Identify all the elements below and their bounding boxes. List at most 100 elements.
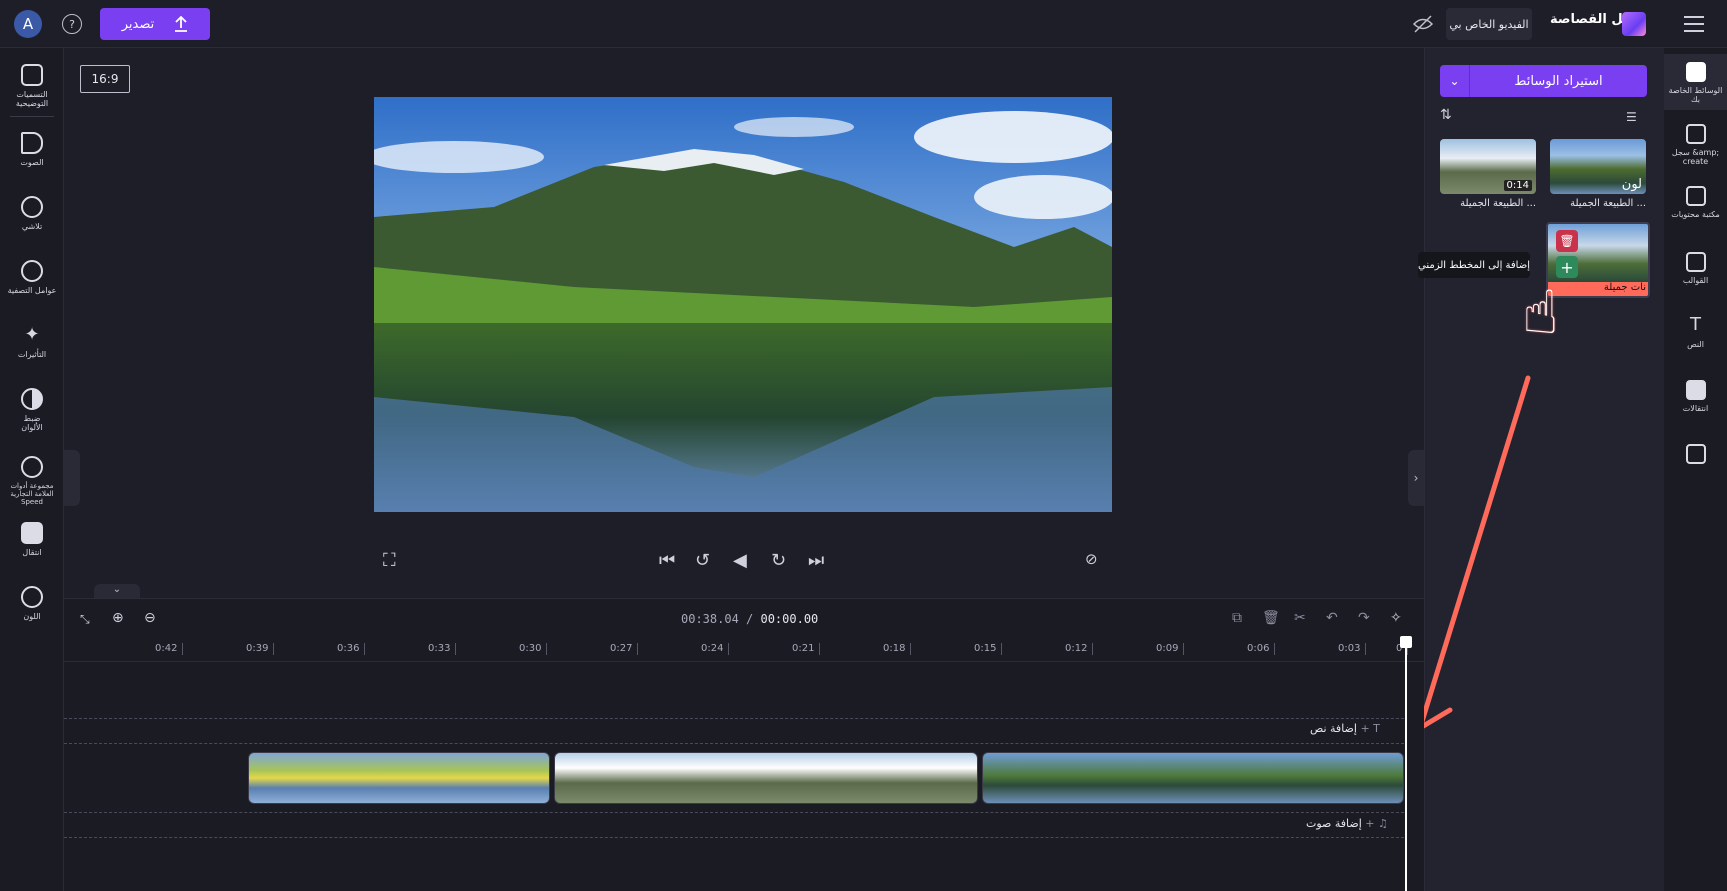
- media-label-1: الطبيعة الجميلة ...: [1570, 198, 1646, 209]
- left-item-audio[interactable]: الصوت: [0, 132, 64, 167]
- magic-icon[interactable]: ✧: [1390, 610, 1402, 626]
- delete-icon[interactable]: 🗑: [1556, 230, 1578, 252]
- video-clip-3[interactable]: [982, 752, 1404, 804]
- import-media-button[interactable]: ⌄ استيراد الوسائط: [1440, 65, 1647, 97]
- thumbnail-duration: 0:14: [1503, 180, 1532, 191]
- add-to-timeline-icon[interactable]: +: [1556, 256, 1578, 278]
- right-item-label: مكتبة محتويات: [1671, 210, 1720, 219]
- transitions-icon: [1685, 380, 1706, 400]
- help-icon[interactable]: ?: [62, 14, 82, 34]
- split-icon[interactable]: ✂: [1294, 610, 1306, 626]
- delete-clip-icon[interactable]: 🗑: [1262, 610, 1280, 626]
- right-item-text[interactable]: T النص: [1664, 314, 1727, 350]
- ruler-tick: 0:33: [428, 643, 458, 655]
- sort-icon[interactable]: ⇅: [1440, 107, 1452, 123]
- aspect-ratio-button[interactable]: 16:9: [80, 65, 130, 93]
- playhead-handle[interactable]: [1400, 636, 1412, 648]
- zoom-out-icon[interactable]: ⊖: [144, 610, 156, 626]
- ruler-tick: 0:06: [1247, 643, 1277, 655]
- ruler-tick: 0:15: [974, 643, 1004, 655]
- left-item-filters[interactable]: عوامل التصفية: [0, 260, 64, 295]
- media-label-3: نات جميلة: [1548, 282, 1648, 296]
- audio-icon: [21, 132, 43, 154]
- text-lane-icon: T: [1373, 722, 1380, 735]
- right-item-templates[interactable]: القوالب: [1664, 252, 1727, 285]
- video-clip-1[interactable]: [248, 752, 550, 804]
- fullscreen-icon[interactable]: ⛶: [383, 550, 396, 571]
- thumbnail-overlay-text: لون: [1621, 177, 1642, 192]
- left-item-fade[interactable]: تلاشي: [0, 196, 64, 231]
- export-label: تصدير: [121, 16, 155, 32]
- timeline-ruler[interactable]: 0 0:03 0:06 0:09 0:12 0:15 0:18 0:21 0:2…: [64, 640, 1424, 662]
- menu-icon[interactable]: [1684, 16, 1704, 32]
- zoom-in-icon[interactable]: ⊕: [112, 610, 124, 626]
- right-toolbar: الوسائط الخاصة بك سجل &amp; create مكتبة…: [1664, 48, 1727, 891]
- user-avatar[interactable]: A: [14, 10, 42, 38]
- right-item-transitions[interactable]: انتقالات: [1664, 380, 1727, 413]
- rewind-5-icon[interactable]: ↺: [695, 550, 710, 571]
- left-item-label: التأثيرات: [17, 350, 47, 359]
- right-item-your-media[interactable]: الوسائط الخاصة بك: [1664, 54, 1727, 110]
- media-thumbnail-2[interactable]: 0:14: [1440, 139, 1536, 194]
- collapse-left-handle[interactable]: [64, 450, 80, 506]
- add-text-lane[interactable]: إضافة نص + T: [1310, 722, 1380, 735]
- clipchamp-logo-icon: [1622, 12, 1646, 36]
- ruler-tick: 0:12: [1065, 643, 1095, 655]
- left-item-label: تلاشي: [21, 222, 43, 231]
- right-item-label: القوالب: [1682, 276, 1709, 285]
- collapse-timeline-handle[interactable]: ⌄: [94, 584, 140, 598]
- right-item-record-create[interactable]: سجل &amp; create: [1664, 124, 1727, 166]
- skip-back-icon[interactable]: ⏮: [659, 550, 675, 571]
- audio-lane[interactable]: [64, 812, 1404, 838]
- export-button[interactable]: تصدير: [100, 8, 210, 40]
- filters-icon: [21, 260, 43, 282]
- text-icon: T: [1690, 314, 1701, 335]
- content-library-icon: [1685, 186, 1706, 206]
- skip-forward-icon[interactable]: ⏭: [808, 550, 824, 571]
- ruler-tick: 0:03: [1338, 643, 1368, 655]
- ruler-tick: 0:42: [155, 643, 185, 655]
- text-lane[interactable]: [64, 718, 1404, 744]
- duplicate-icon[interactable]: ⧉: [1232, 610, 1242, 626]
- media-thumbnail-1[interactable]: لون: [1550, 139, 1646, 194]
- left-item-label: اللون: [23, 612, 41, 621]
- right-item-brand[interactable]: [1664, 444, 1727, 468]
- chevron-down-icon[interactable]: ⌄: [1440, 65, 1470, 97]
- add-text-label: إضافة نص: [1310, 722, 1357, 735]
- brand-icon: [1685, 444, 1706, 464]
- timecode: 00:38.04 / 00:00.00: [681, 612, 819, 626]
- forward-5-icon[interactable]: ↻: [771, 550, 786, 571]
- left-item-transition[interactable]: انتقال: [0, 522, 64, 557]
- fit-timeline-icon[interactable]: ⤡: [80, 612, 90, 627]
- undo-icon[interactable]: ↶: [1326, 610, 1338, 626]
- record-icon: [1685, 124, 1706, 144]
- transition-icon: [21, 522, 43, 544]
- media-thumbnail-3[interactable]: 🗑 + نات جميلة: [1546, 222, 1650, 298]
- redo-icon[interactable]: ↷: [1358, 610, 1370, 626]
- hide-preview-icon[interactable]: [1412, 14, 1434, 34]
- video-title-field[interactable]: الفيديو الخاص بي: [1446, 8, 1532, 40]
- ruler-tick: 0:24: [701, 643, 731, 655]
- video-clip-2[interactable]: [554, 752, 978, 804]
- left-item-effects[interactable]: ✦ التأثيرات: [0, 324, 64, 359]
- add-audio-label: إضافة صوت: [1306, 817, 1362, 830]
- ruler-tick: 0:39: [246, 643, 276, 655]
- playhead[interactable]: [1405, 636, 1407, 891]
- current-time: 00:00.00: [760, 612, 819, 626]
- filter-icon[interactable]: ☰: [1626, 110, 1637, 124]
- right-item-label: انتقالات: [1682, 404, 1709, 413]
- color-adjust-icon: [21, 388, 43, 410]
- upload-icon: [175, 16, 188, 32]
- hide-preview-icon[interactable]: ⊘: [1085, 550, 1098, 568]
- left-item-captions[interactable]: التسميات التوضيحية: [0, 64, 64, 108]
- left-item-speed[interactable]: مجموعة أدوات العلامة التجارية Speed: [0, 456, 64, 506]
- video-preview[interactable]: [374, 97, 1112, 512]
- add-audio-lane[interactable]: إضافة صوت + ♫: [1306, 817, 1388, 830]
- right-item-content-library[interactable]: مكتبة محتويات: [1664, 186, 1727, 219]
- left-item-label: انتقال: [22, 548, 42, 557]
- play-icon[interactable]: ◀: [733, 550, 747, 571]
- left-item-label: الصوت: [20, 158, 44, 167]
- left-item-color-adjust[interactable]: ضبط الألوان: [0, 388, 64, 432]
- right-item-label: النص: [1687, 340, 1704, 349]
- left-item-color[interactable]: اللون: [0, 586, 64, 621]
